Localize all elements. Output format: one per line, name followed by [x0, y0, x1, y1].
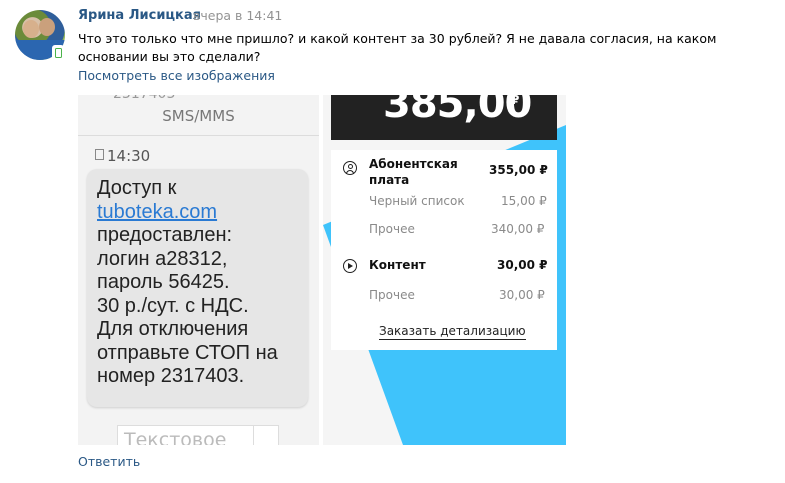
avatar-face — [23, 20, 39, 38]
sms-top-number: 2317403 — [113, 95, 175, 102]
subscription-value: 355,00 ₽ — [489, 163, 548, 177]
play-icon — [343, 259, 357, 273]
other-value: 30,00 ₽ — [499, 288, 545, 302]
other-label: Прочее — [369, 288, 415, 302]
reply-link[interactable]: Ответить — [78, 454, 140, 469]
other-value: 340,00 ₽ — [491, 222, 545, 236]
sms-bubble-text: Доступ к tuboteka.com предоставлен: логи… — [97, 177, 307, 389]
sim-icon — [95, 149, 104, 160]
sms-input-placeholder: Текстовое — [124, 429, 227, 445]
subscription-label-2: плата — [369, 173, 410, 187]
divider — [253, 426, 254, 445]
total-block: 385,00 ₽ — [331, 95, 557, 140]
sms-input: Текстовое — [117, 425, 279, 445]
content-value: 30,00 ₽ — [497, 258, 548, 272]
other-label: Прочее — [369, 222, 415, 236]
order-details-link: Заказать детализацию — [379, 324, 526, 340]
sms-time-text: 14:30 — [107, 147, 151, 165]
currency-sign: ₽ — [511, 95, 520, 107]
sms-line: Доступ к — [97, 177, 177, 199]
content-label: Контент — [369, 258, 426, 272]
operator-screenshot: 385,00 ₽ Абонентская плата 355,00 ₽ Черн… — [323, 95, 566, 445]
user-icon — [343, 161, 357, 175]
sms-header: SMS/MMS — [162, 107, 235, 125]
attached-image[interactable]: 2317403 SMS/MMS 14:30 Доступ к tuboteka.… — [78, 95, 566, 445]
sms-link: tuboteka.com — [97, 200, 218, 223]
view-all-images-link[interactable]: Посмотреть все изображения — [78, 68, 275, 83]
subscription-label-1: Абонентская — [369, 157, 458, 171]
sms-bubble: Доступ к tuboteka.com предоставлен: логи… — [87, 169, 308, 407]
divider — [78, 135, 319, 136]
avatar-face — [39, 18, 55, 36]
sms-time: 14:30 — [95, 147, 150, 165]
sms-rest: предоставлен: логин a28312, пароль 56425… — [97, 224, 278, 387]
mobile-online-icon — [52, 45, 64, 61]
blacklist-value: 15,00 ₽ — [501, 194, 547, 208]
sms-screenshot: 2317403 SMS/MMS 14:30 Доступ к tuboteka.… — [78, 95, 319, 445]
post-time[interactable]: вчера в 14:41 — [193, 8, 282, 23]
total-amount: 385,00 — [383, 95, 532, 127]
author-name[interactable]: Ярина Лисицкая — [78, 8, 201, 23]
blacklist-label: Черный список — [369, 194, 465, 208]
charges-card: Абонентская плата 355,00 ₽ Черный список… — [331, 150, 557, 350]
message-text: Что это только что мне пришло? и какой к… — [78, 31, 717, 64]
